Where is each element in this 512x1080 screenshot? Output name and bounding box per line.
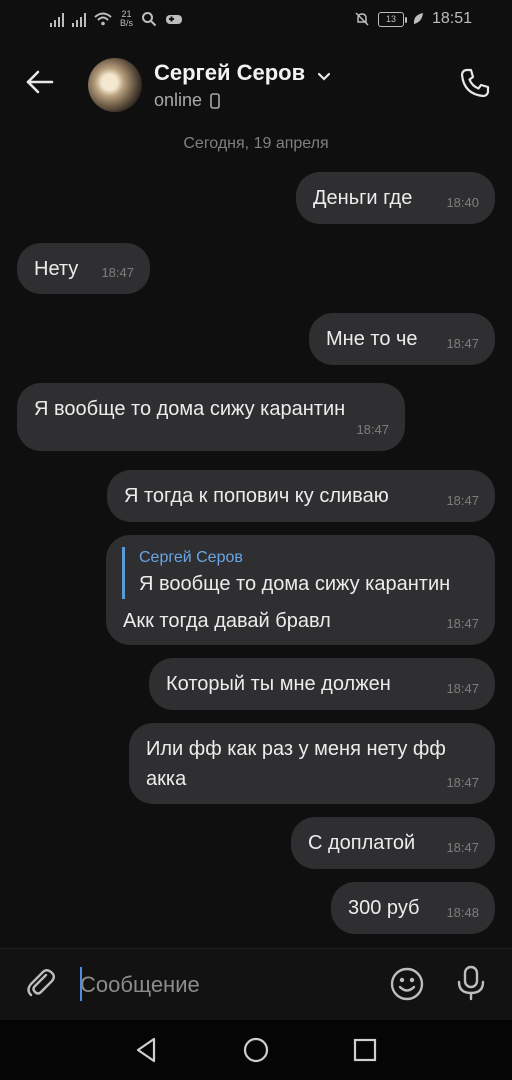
message-time: 18:47 bbox=[446, 336, 479, 351]
message-outgoing[interactable]: Мне то че 18:47 bbox=[309, 313, 495, 365]
message-incoming[interactable]: Нету 18:47 bbox=[17, 243, 150, 294]
net-speed: 21 B/s bbox=[120, 10, 133, 28]
message-time: 18:47 bbox=[446, 616, 479, 631]
nav-back-icon[interactable] bbox=[132, 1036, 160, 1064]
message-time: 18:47 bbox=[446, 493, 479, 508]
paperclip-icon[interactable] bbox=[24, 967, 58, 1001]
status-right: 13 18:51 bbox=[354, 10, 472, 28]
chat-header: Сергей Серов online bbox=[0, 44, 512, 124]
battery-level: 13 bbox=[385, 13, 396, 24]
message-text: Акк тогда давай бравл bbox=[123, 610, 331, 632]
message-text: Деньги где bbox=[313, 187, 413, 209]
emoji-icon[interactable] bbox=[390, 967, 424, 1001]
system-nav-bar bbox=[0, 1020, 512, 1080]
contact-name-text: Сергей Серов bbox=[154, 60, 306, 85]
net-speed-unit: B/s bbox=[120, 18, 134, 28]
message-outgoing[interactable]: Или фф как раз у меня нету фф акка 18:47 bbox=[129, 723, 495, 804]
message-text: Который ты мне должен bbox=[166, 673, 391, 695]
reply-text: Я вообще то дома сижу карантин bbox=[139, 573, 451, 595]
message-incoming[interactable]: Я вообще то дома сижу карантин 18:47 bbox=[17, 383, 405, 451]
nav-home-icon[interactable] bbox=[242, 1036, 270, 1064]
chevron-down-icon[interactable] bbox=[317, 72, 331, 82]
text-cursor bbox=[80, 967, 82, 1001]
contact-name[interactable]: Сергей Серов bbox=[154, 60, 331, 86]
avatar[interactable] bbox=[88, 58, 142, 112]
clock: 18:51 bbox=[431, 10, 472, 27]
message-text-line-1: Или фф как раз у меня нету фф bbox=[146, 738, 446, 760]
phone-icon[interactable] bbox=[458, 66, 492, 100]
message-text: Мне то че bbox=[326, 328, 418, 350]
reply-quote[interactable]: Сергей Серов Я вообще то дома сижу каран… bbox=[122, 547, 450, 599]
back-arrow-icon[interactable] bbox=[24, 66, 56, 98]
mobile-device-icon bbox=[210, 92, 220, 109]
message-outgoing[interactable]: С доплатой 18:47 bbox=[291, 817, 495, 869]
status-bar: 21 B/s 13 18:51 bbox=[0, 0, 512, 44]
message-text: 300 руб bbox=[348, 897, 420, 919]
signal-icon bbox=[50, 11, 64, 27]
status-text: online bbox=[154, 90, 203, 110]
message-text: С доплатой bbox=[308, 832, 416, 854]
message-time: 18:47 bbox=[356, 422, 389, 437]
mute-bell-icon bbox=[355, 12, 369, 26]
wifi-icon bbox=[94, 12, 112, 26]
date-separator: Сегодня, 19 апреля bbox=[183, 135, 329, 152]
message-composer: Сообщение bbox=[0, 948, 512, 1021]
message-input[interactable]: Сообщение bbox=[80, 965, 370, 1005]
reply-author: Сергей Серов bbox=[139, 549, 243, 566]
message-time: 18:47 bbox=[446, 775, 479, 790]
status-left: 21 B/s bbox=[50, 10, 183, 28]
message-time: 18:40 bbox=[446, 195, 479, 210]
search-icon bbox=[142, 12, 157, 27]
message-text: Нету bbox=[34, 258, 79, 280]
signal-icon-2 bbox=[72, 11, 86, 27]
message-text: Я тогда к попович ку сливаю bbox=[124, 485, 389, 507]
nav-recents-icon[interactable] bbox=[351, 1036, 379, 1064]
message-time: 18:48 bbox=[446, 905, 479, 920]
message-text-line-2: акка bbox=[146, 768, 187, 790]
gamepad-icon bbox=[166, 15, 183, 24]
message-text: Я вообще то дома сижу карантин bbox=[34, 398, 346, 420]
message-outgoing-reply[interactable]: Сергей Серов Я вообще то дома сижу каран… bbox=[106, 535, 495, 645]
message-outgoing[interactable]: Деньги где 18:40 bbox=[296, 172, 495, 224]
message-outgoing[interactable]: 300 руб 18:48 bbox=[331, 882, 495, 934]
battery-icon: 13 bbox=[377, 11, 407, 27]
message-outgoing[interactable]: Который ты мне должен 18:47 bbox=[149, 658, 495, 710]
message-time: 18:47 bbox=[446, 840, 479, 855]
message-time: 18:47 bbox=[101, 265, 134, 280]
presence-status: online bbox=[154, 90, 220, 111]
leaf-icon bbox=[413, 13, 423, 24]
message-time: 18:47 bbox=[446, 681, 479, 696]
microphone-icon[interactable] bbox=[454, 965, 488, 1001]
message-outgoing[interactable]: Я тогда к попович ку сливаю 18:47 bbox=[107, 470, 495, 522]
